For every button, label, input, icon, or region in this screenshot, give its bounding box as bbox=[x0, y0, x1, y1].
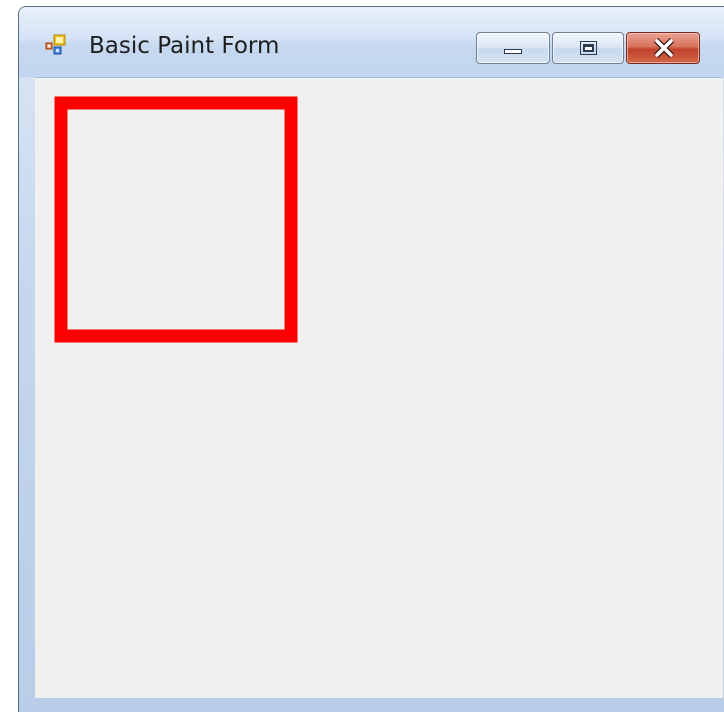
form-app-icon[interactable] bbox=[45, 34, 67, 56]
close-icon bbox=[651, 37, 677, 59]
minimize-button[interactable] bbox=[476, 32, 550, 64]
title-bar[interactable]: Basic Paint Form bbox=[19, 7, 724, 77]
maximize-button[interactable] bbox=[552, 32, 624, 64]
window-title: Basic Paint Form bbox=[89, 33, 280, 59]
caption-buttons bbox=[476, 32, 700, 64]
form-client-area[interactable] bbox=[35, 77, 723, 698]
close-button[interactable] bbox=[626, 32, 700, 64]
paint-canvas bbox=[54, 96, 298, 343]
red-rectangle bbox=[54, 96, 298, 343]
minimize-icon bbox=[504, 49, 522, 54]
maximize-icon bbox=[580, 41, 597, 55]
app-window: Basic Paint Form bbox=[18, 6, 724, 712]
